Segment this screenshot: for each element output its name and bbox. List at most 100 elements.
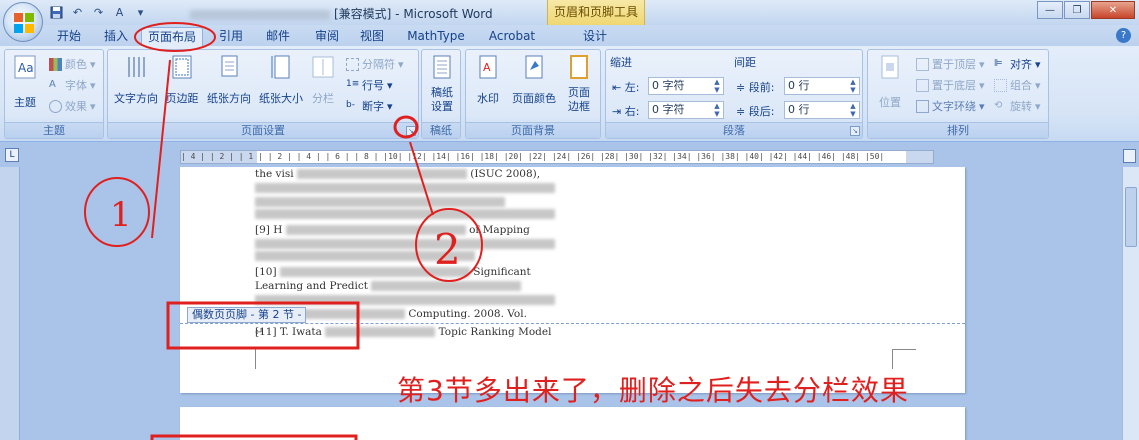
tab-review[interactable]: 审阅 bbox=[310, 27, 344, 46]
close-button[interactable]: ✕ bbox=[1091, 1, 1135, 19]
group-icon bbox=[994, 78, 1007, 92]
list-item: the visi (ISUC 2008), bbox=[255, 167, 560, 193]
page[interactable] bbox=[180, 407, 965, 440]
minimize-button[interactable]: — bbox=[1037, 1, 1063, 19]
undo-icon[interactable]: ↶ bbox=[69, 4, 86, 21]
fonts-icon: A bbox=[49, 78, 56, 90]
position-icon bbox=[881, 55, 899, 79]
blurred-filename bbox=[190, 9, 330, 20]
rotate-icon: ⟲ bbox=[994, 99, 1003, 111]
horizontal-ruler[interactable]: | 4 | | 2 | | 1 | | 2 | | 4 | | 6 | | 8 … bbox=[180, 150, 934, 164]
tab-view[interactable]: 视图 bbox=[355, 27, 389, 46]
save-icon[interactable] bbox=[48, 4, 65, 21]
spacing-label: 间距 bbox=[734, 56, 756, 69]
tab-references[interactable]: 引用 bbox=[214, 27, 248, 46]
text-wrapping-button[interactable]: 文字环绕 ▾ bbox=[916, 98, 985, 114]
theme-colors-button[interactable]: 颜色 ▾ bbox=[49, 56, 96, 72]
vertical-ruler bbox=[0, 167, 20, 440]
tab-design[interactable]: 设计 bbox=[578, 27, 612, 46]
group-arrange: 位置 置于顶层 ▾ 置于底层 ▾ 文字环绕 ▾ ⊫ 对齐 ▾ 组合 ▾ ⟲ 旋转 ▾ 排列 bbox=[867, 49, 1049, 139]
group-paragraph: 缩进 间距 ⇤ 左: 0 字符 ▲ ▼ ⇥ 右: 0 字符 ▲ ▼ ≑ 段前: 0 行 ▲… bbox=[605, 49, 863, 139]
tab-mathtype[interactable]: MathType bbox=[403, 27, 469, 46]
bring-front-icon bbox=[916, 57, 929, 71]
tab-page-layout[interactable]: 页面布局 bbox=[141, 27, 203, 46]
page-setup-dialog-launcher[interactable]: ↘ bbox=[406, 126, 416, 136]
indent-right-label: ⇥ 右: bbox=[612, 105, 640, 118]
bring-to-front-button[interactable]: 置于顶层 ▾ bbox=[916, 56, 985, 72]
svg-text:Aa: Aa bbox=[18, 61, 34, 75]
send-to-back-button[interactable]: 置于底层 ▾ bbox=[916, 77, 985, 93]
page-color-button[interactable]: 页面颜色 bbox=[508, 54, 560, 106]
position-button[interactable]: 位置 bbox=[872, 54, 908, 110]
orientation-icon bbox=[221, 55, 238, 77]
rotate-button[interactable]: ⟲ 旋转 ▾ bbox=[994, 98, 1041, 114]
indent-right-input[interactable]: 0 字符 ▲ ▼ bbox=[648, 101, 724, 119]
themes-icon: Aa bbox=[14, 55, 36, 79]
spinner-icon[interactable]: ▲ ▼ bbox=[848, 102, 858, 118]
spacing-before-input[interactable]: 0 行 ▲ ▼ bbox=[784, 77, 860, 95]
restore-button[interactable]: ❐ bbox=[1064, 1, 1090, 19]
themes-button[interactable]: Aa 主题 bbox=[10, 54, 40, 110]
tab-home[interactable]: 开始 bbox=[52, 27, 86, 46]
breaks-button[interactable]: 分隔符 ▾ bbox=[346, 56, 404, 72]
window-title: [兼容模式] - Microsoft Word bbox=[190, 5, 493, 22]
paragraph-dialog-launcher[interactable]: ↘ bbox=[850, 126, 860, 136]
page-size-icon bbox=[271, 55, 290, 79]
context-tab-header-footer-tools: 页眉和页脚工具 bbox=[547, 0, 645, 25]
orientation-button[interactable]: 纸张方向 bbox=[204, 54, 254, 106]
columns-button[interactable]: 分栏 bbox=[308, 54, 338, 106]
theme-effects-button[interactable]: 效果 ▾ bbox=[49, 98, 96, 114]
ruler-row: L | 4 | | 2 | | 1 | | 2 | | 4 | | 6 | | … bbox=[0, 143, 1139, 167]
page-size-button[interactable]: 纸张大小 bbox=[256, 54, 306, 106]
office-logo-icon bbox=[14, 13, 34, 33]
manuscript-settings-button[interactable]: 稿纸 设置 bbox=[425, 54, 459, 114]
theme-fonts-button[interactable]: A 字体 ▾ bbox=[49, 77, 96, 93]
tab-insert[interactable]: 插入 bbox=[99, 27, 133, 46]
spinner-icon[interactable]: ▲ ▼ bbox=[712, 78, 722, 94]
watermark-button[interactable]: A 水印 bbox=[470, 54, 506, 106]
text-direction-button[interactable]: 文字方向 bbox=[112, 54, 160, 106]
customize-qat-icon[interactable]: ▾ bbox=[132, 4, 149, 21]
crop-mark bbox=[255, 349, 256, 369]
group-page-setup: 文字方向 页边距 纸张方向 纸张大小 分栏 分隔符 ▾ 1≡ 行号 ▾ b‑ 断… bbox=[107, 49, 419, 139]
spinner-icon[interactable]: ▲ ▼ bbox=[712, 102, 722, 118]
text-direction-icon bbox=[128, 57, 145, 77]
margins-button[interactable]: 页边距 bbox=[162, 54, 202, 106]
footer-label[interactable]: 偶数页页脚 - 第 2 节 - bbox=[187, 307, 307, 323]
tab-mailings[interactable]: 邮件 bbox=[261, 27, 295, 46]
columns-icon bbox=[312, 56, 334, 78]
hyphenation-icon: b‑ bbox=[346, 99, 355, 110]
title-bar: ↶ ↷ A ▾ [兼容模式] - Microsoft Word 页眉和页脚工具 … bbox=[0, 0, 1139, 25]
tab-acrobat[interactable]: Acrobat bbox=[484, 27, 540, 46]
view-ruler-button[interactable] bbox=[1123, 149, 1136, 163]
spacing-before-label: ≑ 段前: bbox=[736, 81, 775, 94]
paragraph-mark: ↵ bbox=[255, 327, 264, 338]
ruler-marks: | 4 | | 2 | | 1 | | 2 | | 4 | | 6 | | 8 … bbox=[181, 152, 885, 161]
group-label-paragraph: 段落 bbox=[606, 122, 862, 138]
indent-left-label: ⇤ 左: bbox=[612, 81, 640, 94]
watermark-icon: A bbox=[479, 55, 497, 79]
spinner-icon[interactable]: ▲ ▼ bbox=[848, 78, 858, 94]
font-icon[interactable]: A bbox=[111, 4, 128, 21]
list-item: [11] T. Iwata Topic Ranking Model bbox=[255, 326, 552, 338]
group-button[interactable]: 组合 ▾ bbox=[994, 77, 1041, 93]
indent-left-icon: ⇤ bbox=[612, 81, 625, 94]
spacing-after-input[interactable]: 0 行 ▲ ▼ bbox=[784, 101, 860, 119]
text-wrap-icon bbox=[916, 99, 929, 113]
vertical-scrollbar[interactable] bbox=[1122, 167, 1139, 440]
line-numbers-icon: 1≡ bbox=[346, 78, 360, 89]
redo-icon[interactable]: ↷ bbox=[90, 4, 107, 21]
indent-left-input[interactable]: 0 字符 ▲ ▼ bbox=[648, 77, 724, 95]
manuscript-icon bbox=[433, 55, 451, 79]
scrollbar-thumb[interactable] bbox=[1125, 187, 1137, 247]
line-numbers-button[interactable]: 1≡ 行号 ▾ bbox=[346, 77, 393, 93]
hyphenation-button[interactable]: b‑ 断字 ▾ bbox=[346, 98, 393, 114]
tab-selector-button[interactable]: L bbox=[5, 148, 19, 162]
group-page-background: A 水印 页面颜色 页面 边框 页面背景 bbox=[465, 49, 601, 139]
help-icon[interactable]: ? bbox=[1116, 28, 1131, 43]
office-button[interactable] bbox=[3, 2, 43, 42]
group-label-page-setup: 页面设置 bbox=[108, 122, 418, 138]
page-borders-button[interactable]: 页面 边框 bbox=[562, 54, 596, 114]
align-button[interactable]: ⊫ 对齐 ▾ bbox=[994, 56, 1041, 72]
page[interactable]: the visi (ISUC 2008), [9] H of Mapping [… bbox=[180, 167, 965, 393]
